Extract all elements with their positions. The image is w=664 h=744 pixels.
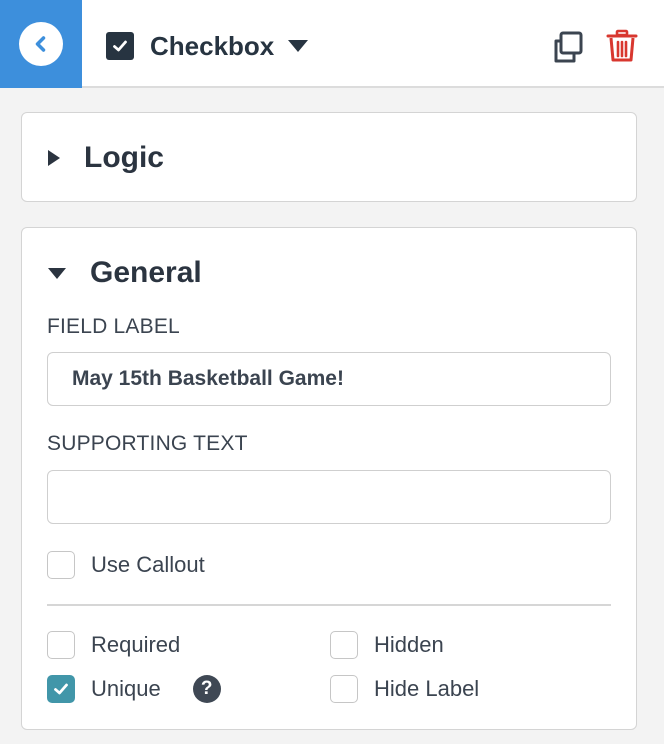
caret-down-icon xyxy=(48,267,66,279)
required-option[interactable]: Required xyxy=(47,630,180,660)
hide-label-option[interactable]: Hide Label xyxy=(330,674,479,704)
editor-toolbar: Checkbox xyxy=(0,0,664,88)
hide-label-label: Hide Label xyxy=(374,676,480,701)
checkbox-icon xyxy=(106,32,134,60)
hide-label-checkbox[interactable] xyxy=(330,675,358,703)
field-label-heading: FIELD LABEL xyxy=(47,315,180,338)
delete-button[interactable] xyxy=(606,29,638,63)
required-checkbox[interactable] xyxy=(47,631,75,659)
logic-panel-title: Logic xyxy=(84,141,164,174)
unique-option[interactable]: Unique ? xyxy=(47,674,221,704)
general-panel: General FIELD LABEL SUPPORTING TEXT Use … xyxy=(21,227,637,730)
field-type-label: Checkbox xyxy=(150,30,275,61)
hidden-option[interactable]: Hidden xyxy=(330,630,444,660)
unique-label: Unique xyxy=(91,676,161,701)
unique-checkbox[interactable] xyxy=(47,675,75,703)
back-button[interactable] xyxy=(0,0,82,88)
logic-panel-toggle[interactable]: Logic xyxy=(48,138,164,178)
supporting-text-input[interactable] xyxy=(47,470,611,524)
divider xyxy=(47,604,611,606)
hidden-label: Hidden xyxy=(374,632,444,657)
field-type-dropdown[interactable]: Checkbox xyxy=(106,30,309,62)
trash-icon xyxy=(606,29,638,62)
use-callout-label: Use Callout xyxy=(91,552,205,577)
supporting-text-heading: SUPPORTING TEXT xyxy=(47,432,248,455)
hidden-checkbox[interactable] xyxy=(330,631,358,659)
use-callout-option[interactable]: Use Callout xyxy=(47,550,205,580)
caret-down-icon xyxy=(288,40,309,52)
required-label: Required xyxy=(91,632,181,657)
checkmark-icon xyxy=(54,683,68,695)
duplicate-icon xyxy=(554,31,583,63)
duplicate-button[interactable] xyxy=(552,30,584,64)
chevron-left-icon xyxy=(19,22,63,66)
use-callout-checkbox[interactable] xyxy=(47,551,75,579)
logic-panel: Logic xyxy=(21,112,637,202)
field-label-input[interactable] xyxy=(47,352,611,406)
help-icon[interactable]: ? xyxy=(192,675,221,703)
caret-right-icon xyxy=(48,150,60,166)
general-panel-title: General xyxy=(90,256,202,289)
general-panel-toggle[interactable]: General xyxy=(48,253,202,293)
